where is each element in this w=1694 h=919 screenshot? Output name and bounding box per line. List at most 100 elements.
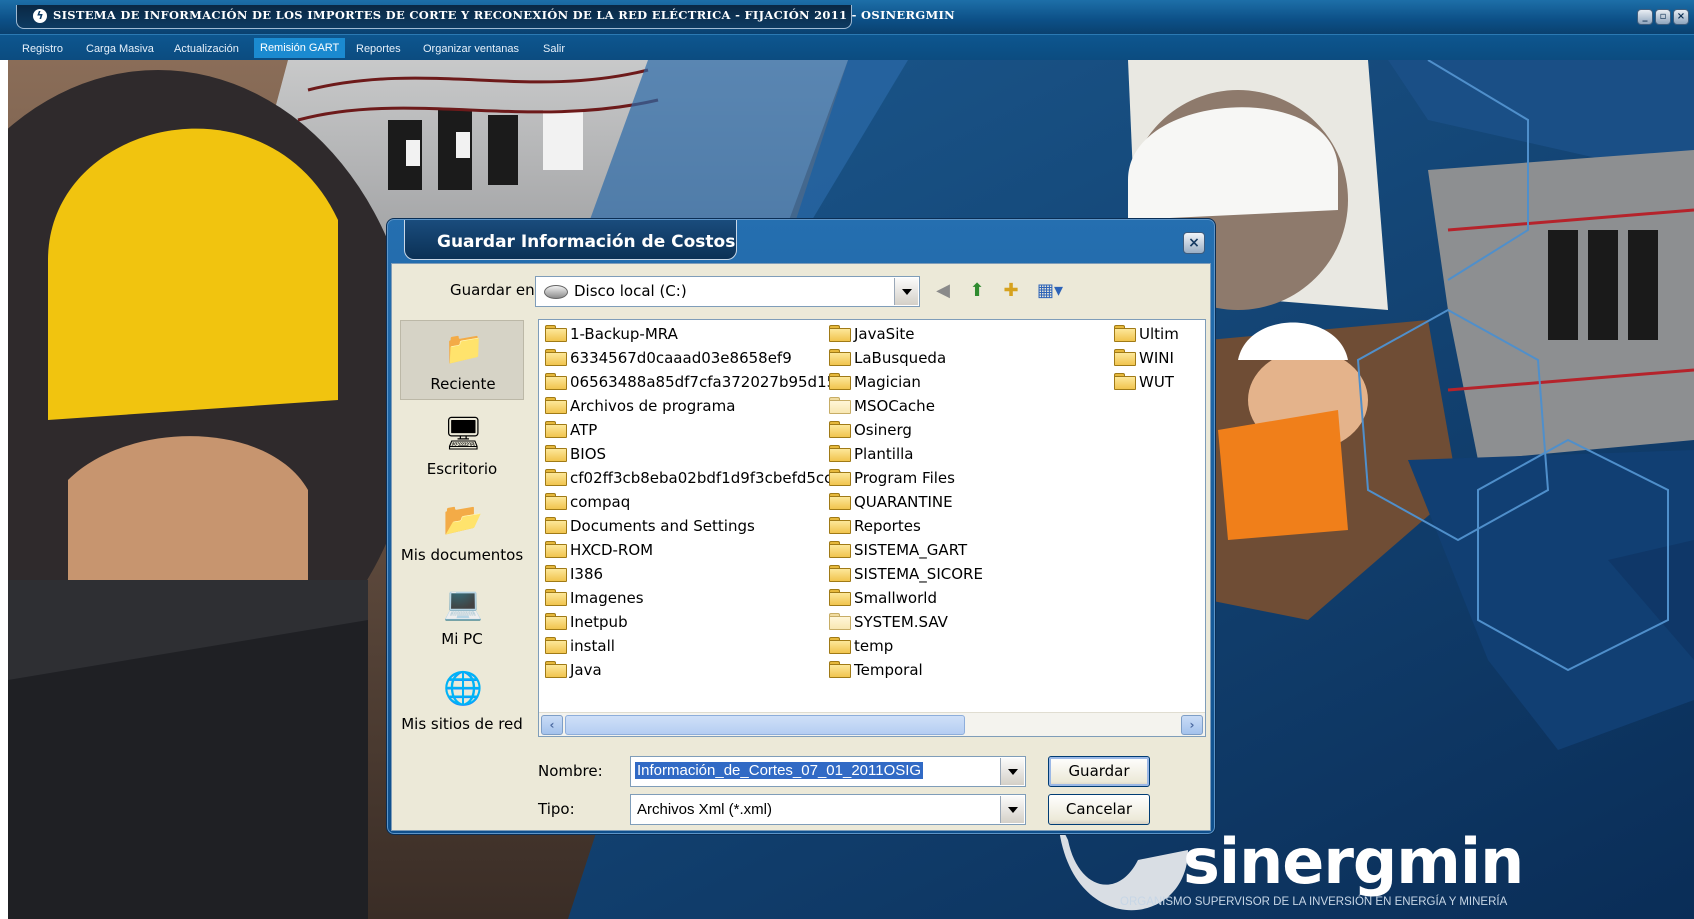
view-menu-icon[interactable]: ▦▾ (1032, 278, 1068, 304)
up-folder-icon[interactable]: ⬆ (964, 278, 990, 304)
recent-folder-icon: 📁 (444, 329, 484, 367)
horizontal-scrollbar[interactable]: ‹ › (539, 712, 1205, 736)
place-label: Reciente (430, 375, 496, 393)
folder-item[interactable]: SYSTEM.SAV (829, 610, 948, 634)
folder-item[interactable]: Program Files (829, 466, 955, 490)
folder-name: Java (570, 661, 602, 679)
folder-item[interactable]: compaq (545, 490, 630, 514)
folder-item[interactable]: 06563488a85df7cfa372027b95d151 (545, 370, 846, 394)
app-title: SISTEMA DE INFORMACIÓN DE LOS IMPORTES D… (53, 8, 955, 22)
folder-icon (829, 540, 851, 558)
folder-item[interactable]: Documents and Settings (545, 514, 755, 538)
folder-item[interactable]: ATP (545, 418, 597, 442)
restore-icon[interactable]: ▫ (1655, 9, 1671, 25)
menu-organizar-ventanas[interactable]: Organizar ventanas (417, 40, 525, 60)
folder-item[interactable]: Osinerg (829, 418, 912, 442)
folder-item[interactable]: install (545, 634, 615, 658)
folder-item[interactable]: Magician (829, 370, 921, 394)
menu-registro[interactable]: Registro (16, 40, 69, 60)
folder-name: Osinerg (854, 421, 912, 439)
folder-item[interactable]: Ultim (1114, 322, 1179, 346)
chevron-down-icon[interactable] (1000, 796, 1024, 823)
folder-item[interactable]: HXCD-ROM (545, 538, 653, 562)
folder-item[interactable]: SISTEMA_GART (829, 538, 967, 562)
minimize-icon[interactable]: _ (1637, 9, 1653, 25)
folder-name: compaq (570, 493, 631, 511)
folder-item[interactable]: Smallworld (829, 586, 937, 610)
folder-item[interactable]: 6334567d0caaad03e8658ef9 (545, 346, 792, 370)
folder-item[interactable]: 1-Backup-MRA (545, 322, 678, 346)
places-bar: 📁 Reciente 🖥 Escritorio 📂 Mis documentos… (400, 320, 524, 825)
folder-item[interactable]: SISTEMA_SICORE (829, 562, 983, 586)
look-in-value: Disco local (C:) (574, 282, 687, 300)
close-icon[interactable]: × (1183, 232, 1205, 254)
menu-carga-masiva[interactable]: Carga Masiva (80, 40, 160, 60)
menu-remision-gart[interactable]: Remisión GART (254, 38, 346, 58)
folder-icon (829, 564, 851, 582)
title-pill: ϟ SISTEMA DE INFORMACIÓN DE LOS IMPORTES… (16, 5, 955, 29)
network-icon: 🌐 (443, 669, 483, 707)
scrollbar-thumb[interactable] (565, 715, 965, 735)
folder-item[interactable]: JavaSite (829, 322, 914, 346)
folder-icon (829, 420, 851, 438)
place-escritorio[interactable]: 🖥 Escritorio (400, 406, 524, 486)
folder-item[interactable]: Archivos de programa (545, 394, 735, 418)
folder-item[interactable]: BIOS (545, 442, 606, 466)
folder-item[interactable]: cf02ff3cb8eba02bdf1d9f3cbefd5ccd (545, 466, 842, 490)
folder-icon (829, 468, 851, 486)
folder-item[interactable]: Imagenes (545, 586, 644, 610)
folder-item[interactable]: WINI (1114, 346, 1174, 370)
folder-item[interactable]: Plantilla (829, 442, 914, 466)
folder-icon (829, 372, 851, 390)
folder-icon (545, 612, 567, 630)
close-icon[interactable]: × (1673, 9, 1689, 25)
file-list[interactable]: 1-Backup-MRA 6334567d0caaad03e8658ef9 0656… (538, 319, 1206, 737)
folder-name: Inetpub (570, 613, 628, 631)
folder-item[interactable]: temp (829, 634, 893, 658)
folder-item[interactable]: LaBusqueda (829, 346, 946, 370)
menu-reportes[interactable]: Reportes (350, 40, 407, 60)
folder-item[interactable]: Reportes (829, 514, 921, 538)
folder-item[interactable]: QUARANTINE (829, 490, 953, 514)
folder-name: Archivos de programa (570, 397, 736, 415)
place-mis-documentos[interactable]: 📂 Mis documentos (400, 492, 524, 572)
folder-icon (545, 420, 567, 438)
scroll-left-icon[interactable]: ‹ (541, 715, 563, 735)
folder-name: WINI (1139, 349, 1174, 367)
folder-icon (829, 324, 851, 342)
scroll-right-icon[interactable]: › (1181, 715, 1203, 735)
folder-icon (829, 444, 851, 462)
file-name-input[interactable]: Información_de_Cortes_07_01_2011OSIG (630, 756, 1026, 787)
menu-salir[interactable]: Salir (537, 40, 571, 60)
file-type-select[interactable]: Archivos Xml (*.xml) (630, 794, 1026, 825)
folder-item[interactable]: I386 (545, 562, 603, 586)
new-folder-icon[interactable]: ✚ (998, 278, 1024, 304)
place-mi-pc[interactable]: 💻 Mi PC (400, 576, 524, 656)
folder-icon (545, 372, 567, 390)
folder-name: Reportes (854, 517, 921, 535)
chevron-down-icon[interactable] (1000, 758, 1024, 785)
chevron-down-icon[interactable] (894, 278, 918, 305)
folder-name: Imagenes (570, 589, 644, 607)
save-button[interactable]: Guardar (1048, 756, 1150, 787)
folder-name: Documents and Settings (570, 517, 755, 535)
place-reciente[interactable]: 📁 Reciente (400, 320, 524, 400)
folder-name: Program Files (854, 469, 955, 487)
desktop-icon: 🖥 (443, 414, 484, 452)
menu-actualizacion[interactable]: Actualización (168, 40, 245, 60)
place-mis-sitios-de-red[interactable]: 🌐 Mis sitios de red (400, 661, 524, 741)
look-in-combo[interactable]: Disco local (C:) (535, 276, 920, 307)
folder-name: Magician (854, 373, 921, 391)
folder-item[interactable]: Temporal (829, 658, 923, 682)
place-label: Mis documentos (400, 546, 524, 564)
folder-name: 1-Backup-MRA (570, 325, 678, 343)
folder-icon (545, 348, 567, 366)
folder-item[interactable]: Inetpub (545, 610, 628, 634)
folder-icon (545, 516, 567, 534)
cancel-button[interactable]: Cancelar (1048, 794, 1150, 825)
file-name-value: Información_de_Cortes_07_01_2011OSIG (635, 762, 924, 779)
back-icon[interactable]: ◀ (930, 278, 956, 304)
folder-item[interactable]: WUT (1114, 370, 1174, 394)
folder-item[interactable]: MSOCache (829, 394, 935, 418)
folder-item[interactable]: Java (545, 658, 602, 682)
